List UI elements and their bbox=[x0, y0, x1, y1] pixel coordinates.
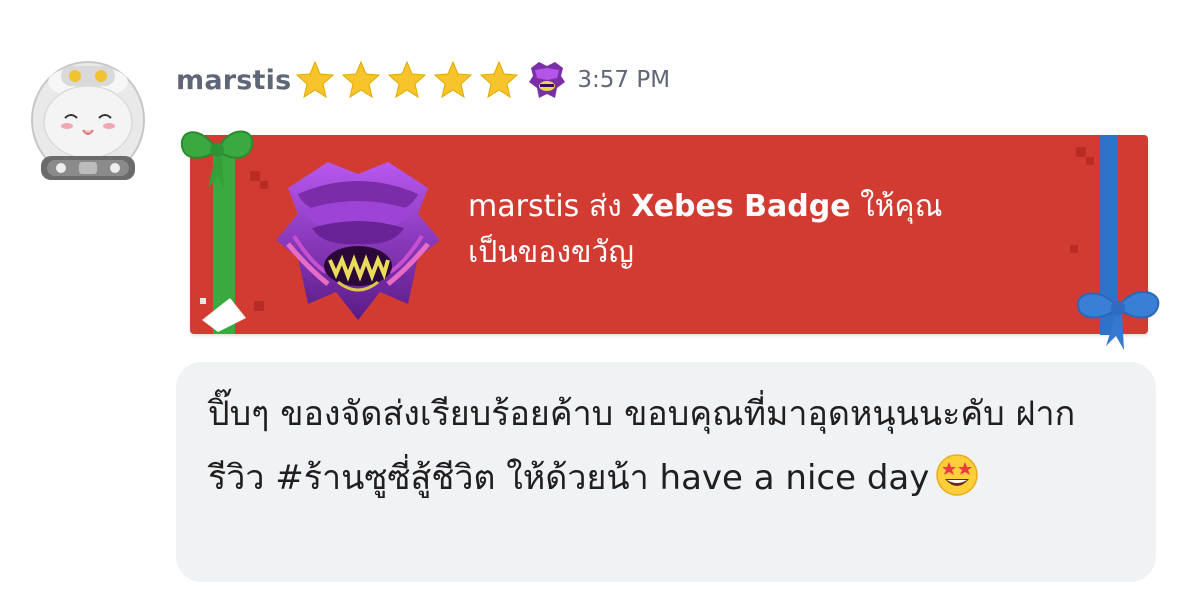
gift-line-1: marstis ส่ง Xebes Badge ให้คุณ bbox=[468, 184, 1068, 230]
star-icon bbox=[480, 60, 519, 99]
gift-sender: marstis bbox=[468, 189, 580, 224]
star-icon bbox=[388, 60, 427, 99]
astronaut-helmet-avatar-icon[interactable] bbox=[27, 52, 149, 192]
gift-tag-icon bbox=[200, 298, 246, 332]
sender-name[interactable]: marstis bbox=[176, 65, 291, 96]
gift-verb: ส่ง bbox=[588, 189, 622, 224]
message-header: marstis 3:57 PM bbox=[176, 56, 670, 104]
chat-message: marstis 3:57 PM marstis ส่ง Xebes Badge … bbox=[0, 0, 1200, 614]
gift-message: marstis ส่ง Xebes Badge ให้คุณ เป็นของขว… bbox=[468, 184, 1068, 276]
star-icon bbox=[434, 60, 473, 99]
blue-bow-icon bbox=[1076, 291, 1160, 350]
star-icon bbox=[342, 60, 381, 99]
xebes-badge-icon[interactable] bbox=[525, 58, 569, 102]
message-text-wrap: ปิ๊บๆ ของจัดส่งเรียบร้อยค้าบ ขอบคุณที่มา… bbox=[208, 382, 1126, 510]
gift-item-name: Xebes Badge bbox=[631, 189, 851, 224]
star-struck-emoji-icon bbox=[936, 454, 979, 496]
message-time: 3:57 PM bbox=[577, 67, 671, 93]
star-icon bbox=[296, 60, 335, 99]
gift-suffix: ให้คุณ bbox=[860, 189, 943, 224]
green-bow-icon bbox=[180, 130, 254, 190]
xebes-badge-icon bbox=[276, 162, 440, 320]
rating-stars bbox=[295, 60, 525, 100]
message-bubble[interactable]: ปิ๊บๆ ของจัดส่งเรียบร้อยค้าบ ขอบคุณที่มา… bbox=[176, 362, 1156, 582]
gift-line-2: เป็นของขวัญ bbox=[468, 235, 634, 270]
